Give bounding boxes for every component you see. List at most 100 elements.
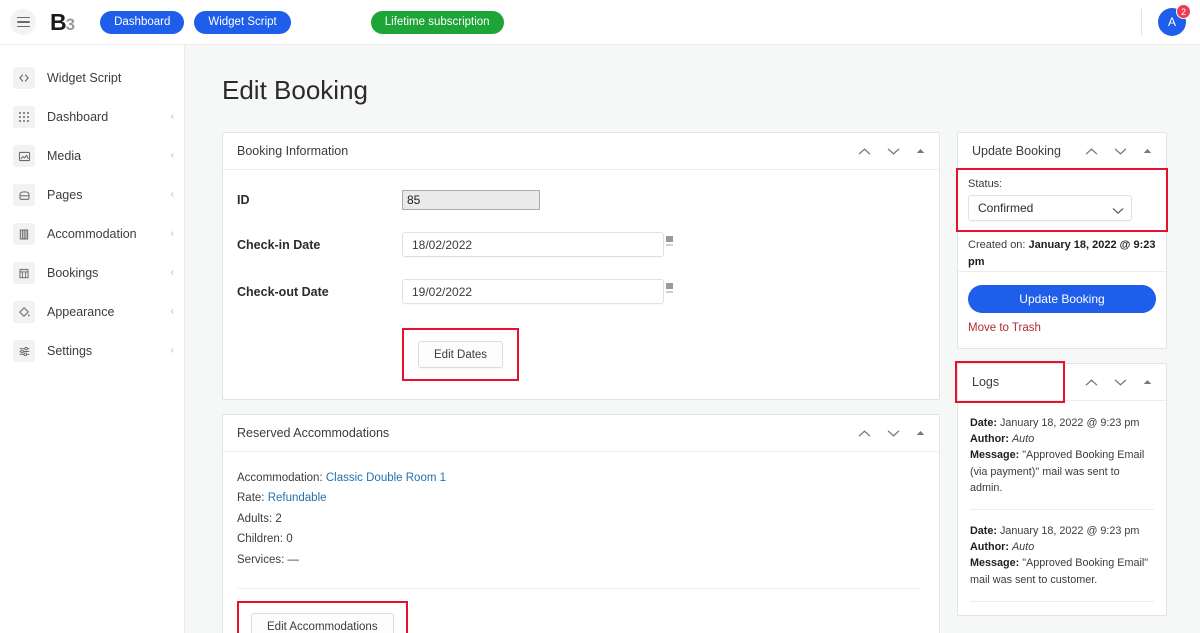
sidebar-item-label: Dashboard (47, 110, 109, 124)
detail-value: 0 (286, 533, 293, 546)
chevron-left-icon[interactable]: ‹ (171, 229, 174, 239)
update-booking-panel: Update Booking Status: Confirmed Created… (956, 132, 1168, 350)
update-booking-actions: Update Booking Move to Trash (958, 271, 1166, 348)
lifetime-subscription-button[interactable]: Lifetime subscription (370, 10, 504, 34)
sidebar: Widget Script Dashboard ‹ Media ‹ Pages … (0, 45, 185, 633)
log-divider (970, 509, 1154, 511)
edit-dates-button[interactable]: Edit Dates (418, 341, 504, 368)
status-section-wrapper: Status: Confirmed (956, 168, 1168, 232)
top-bar-divider (1141, 9, 1142, 35)
log-author-label: Author: (970, 541, 1009, 554)
accommodation-details: Accommodation: Classic Double Room 1 Rat… (237, 468, 921, 570)
nav-widget-script-button[interactable]: Widget Script (194, 10, 291, 34)
chevron-left-icon[interactable]: ‹ (171, 112, 174, 122)
checkout-date-wrapper (402, 279, 673, 304)
panel-body: Accommodation: Classic Double Room 1 Rat… (223, 452, 939, 633)
sidebar-item-media[interactable]: Media ‹ (0, 143, 184, 169)
toggle-collapse-icon[interactable] (1143, 148, 1152, 154)
checkin-date-wrapper (402, 232, 673, 257)
panel-title: Update Booking (972, 144, 1061, 158)
edit-accommodations-button[interactable]: Edit Accommodations (251, 613, 394, 633)
field-label: ID (237, 193, 250, 207)
sidebar-item-settings[interactable]: Settings ‹ (0, 338, 184, 364)
detail-label: Rate: (237, 492, 265, 505)
panel-title: Reserved Accommodations (237, 426, 390, 440)
sidebar-item-appearance[interactable]: Appearance ‹ (0, 299, 184, 325)
panel-header: Logs (955, 361, 1166, 404)
toggle-collapse-icon[interactable] (916, 148, 925, 154)
top-bar: B3 Dashboard Widget Script Lifetime subs… (0, 0, 1200, 45)
log-date-label: Date: (970, 525, 997, 538)
detail-label: Children: (237, 533, 284, 546)
chevron-left-icon[interactable]: ‹ (171, 151, 174, 161)
move-up-icon[interactable] (1085, 378, 1098, 387)
main-content: Edit Booking Booking Information ID 85 C… (185, 45, 1200, 633)
move-down-icon[interactable] (887, 147, 900, 156)
sidebar-item-accommodation[interactable]: Accommodation ‹ (0, 221, 184, 247)
sidebar-item-label: Accommodation (47, 227, 137, 241)
checkout-date-input[interactable] (402, 279, 664, 304)
rate-link[interactable]: Refundable (268, 492, 327, 504)
toggle-collapse-icon[interactable] (1143, 379, 1152, 385)
chevron-left-icon[interactable]: ‹ (171, 190, 174, 200)
sidebar-item-pages[interactable]: Pages ‹ (0, 182, 184, 208)
secondary-column: Update Booking Status: Confirmed Created… (955, 132, 1168, 630)
log-author-value: Auto (1011, 433, 1035, 446)
checkin-date-input[interactable] (402, 232, 664, 257)
move-up-icon[interactable] (858, 147, 871, 156)
detail-row-children: Children: 0 (237, 529, 921, 549)
hamburger-icon[interactable] (10, 9, 36, 35)
status-label: Status: (968, 178, 1003, 190)
detail-label: Accommodation: (237, 472, 323, 484)
avatar-wrapper: A 2 (1158, 4, 1191, 36)
panel-title: Booking Information (237, 144, 349, 158)
checkout-date-stepper[interactable] (666, 283, 673, 293)
chevron-left-icon[interactable]: ‹ (171, 346, 174, 356)
field-label: Check-in Date (237, 237, 321, 252)
sidebar-item-widget-script[interactable]: Widget Script (0, 65, 184, 91)
sidebar-item-bookings[interactable]: Bookings ‹ (0, 260, 184, 286)
paint-bucket-icon (13, 301, 35, 323)
detail-value: — (287, 553, 300, 566)
content-columns: Booking Information ID 85 Check-in Date … (222, 132, 1200, 633)
status-select[interactable]: Confirmed (968, 195, 1132, 221)
field-label: Check-out Date (237, 284, 329, 299)
move-down-icon[interactable] (887, 429, 900, 438)
checkin-date-stepper[interactable] (666, 236, 673, 246)
move-up-icon[interactable] (1085, 147, 1098, 156)
log-divider (970, 600, 1154, 602)
primary-column: Booking Information ID 85 Check-in Date … (222, 132, 940, 633)
nav-dashboard-button[interactable]: Dashboard (100, 10, 185, 34)
move-down-icon[interactable] (1114, 147, 1127, 156)
logs-body: Date: January 18, 2022 @ 9:23 pm Author:… (958, 401, 1166, 602)
panel-controls (1085, 147, 1152, 156)
panel-title: Logs (972, 375, 1000, 390)
move-to-trash-link[interactable]: Move to Trash (968, 322, 1041, 334)
image-icon (13, 145, 35, 167)
logs-panel: Logs Date: January 18, 2022 @ 9:23 pm Au… (955, 361, 1167, 616)
building-icon (13, 223, 35, 245)
booking-id-input[interactable] (402, 190, 540, 210)
detail-row-adults: Adults: 2 (237, 509, 921, 529)
log-entry: Date: January 18, 2022 @ 9:23 pm Author:… (970, 523, 1154, 601)
detail-row-services: Services: — (237, 550, 921, 570)
notification-badge[interactable]: 2 (1176, 4, 1191, 19)
status-select-wrapper: Confirmed (968, 195, 1132, 221)
chevron-left-icon[interactable]: ‹ (171, 307, 174, 317)
update-booking-button[interactable]: Update Booking (968, 285, 1156, 314)
move-up-icon[interactable] (858, 429, 871, 438)
accommodation-link[interactable]: Classic Double Room 1 (326, 472, 446, 484)
log-author-row: Author: Auto (970, 539, 1154, 555)
move-down-icon[interactable] (1114, 378, 1127, 387)
panel-controls (1085, 378, 1152, 387)
sidebar-item-dashboard[interactable]: Dashboard ‹ (0, 104, 184, 130)
app-logo[interactable]: B3 (50, 8, 75, 35)
toggle-collapse-icon[interactable] (916, 430, 925, 436)
chevron-left-icon[interactable]: ‹ (171, 268, 174, 278)
sidebar-item-label: Media (47, 149, 82, 163)
logo-main: B (50, 8, 67, 35)
